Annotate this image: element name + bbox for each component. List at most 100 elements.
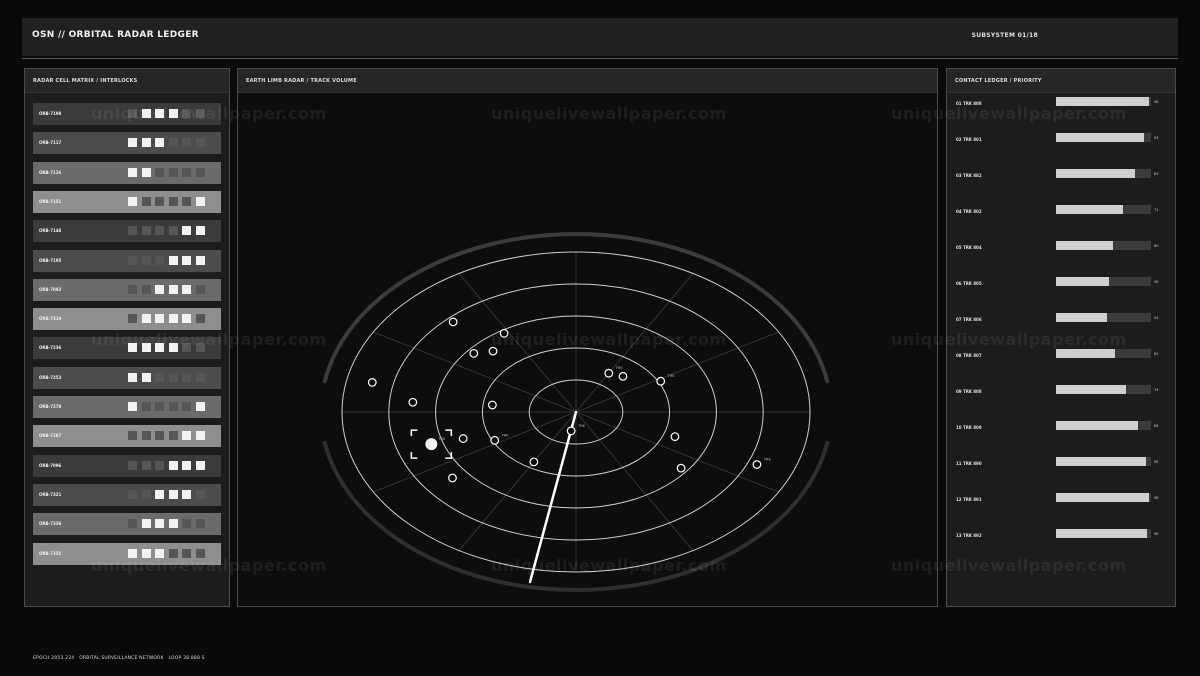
interlock-cell[interactable] <box>155 343 164 353</box>
interlock-cell[interactable] <box>155 431 164 441</box>
interlock-cell[interactable] <box>141 343 151 353</box>
interlock-cell[interactable] <box>128 343 137 353</box>
interlock-cell[interactable] <box>168 343 178 353</box>
interlock-cell[interactable] <box>168 372 178 382</box>
cell-row-orb-7117[interactable]: ORB-7117 <box>33 132 221 155</box>
interlock-cell[interactable] <box>155 519 164 529</box>
interlock-cell[interactable] <box>141 372 151 382</box>
cell-row-orb-7336[interactable]: ORB-7336 <box>33 513 221 536</box>
interlock-cell[interactable] <box>141 255 151 265</box>
interlock-cell[interactable] <box>128 372 137 382</box>
interlock-cell[interactable] <box>155 460 164 470</box>
cell-row-orb-7195[interactable]: ORB-7195 <box>33 249 221 272</box>
interlock-cell[interactable] <box>182 138 191 148</box>
interlock-cell[interactable] <box>168 226 178 236</box>
interlock-cell[interactable] <box>168 431 178 441</box>
ledger-row[interactable]: 08 TRK 807 62 <box>955 349 1165 363</box>
interlock-cell[interactable] <box>168 138 178 148</box>
interlock-cell[interactable] <box>182 343 191 353</box>
interlock-cell[interactable] <box>195 226 205 236</box>
interlock-cell[interactable] <box>182 548 191 558</box>
interlock-cell[interactable] <box>155 372 164 382</box>
ledger-row[interactable]: 11 TRK 890 95 <box>955 457 1165 471</box>
interlock-cell[interactable] <box>195 460 205 470</box>
interlock-cell[interactable] <box>155 138 164 148</box>
interlock-cell[interactable] <box>141 460 151 470</box>
interlock-cell[interactable] <box>168 519 178 529</box>
cell-row-orb-7355[interactable]: ORB-7355 <box>33 542 221 565</box>
interlock-cell[interactable] <box>168 109 178 118</box>
cell-row-orb-7287[interactable]: ORB-7287 <box>33 425 221 448</box>
ledger-row[interactable]: 09 TRK 808 74 <box>955 385 1165 399</box>
interlock-cell[interactable] <box>182 255 191 265</box>
interlock-cell[interactable] <box>195 284 205 294</box>
interlock-cell[interactable] <box>168 489 178 499</box>
radar-scope[interactable]: TRK TRK TRK TRK TRK TRK <box>238 92 937 606</box>
interlock-cell[interactable] <box>182 167 191 177</box>
cell-row-orb-7148[interactable]: ORB-7148 <box>33 220 221 243</box>
cell-row-orb-7319[interactable]: ORB-7319 <box>33 308 221 331</box>
interlock-cell[interactable] <box>182 196 191 206</box>
interlock-cell[interactable] <box>182 431 191 441</box>
interlock-cell[interactable] <box>128 402 137 411</box>
interlock-cell[interactable] <box>182 489 191 499</box>
interlock-cell[interactable] <box>182 314 191 324</box>
interlock-cell[interactable] <box>155 402 164 411</box>
interlock-cell[interactable] <box>155 196 164 206</box>
interlock-cell[interactable] <box>141 402 151 411</box>
interlock-cell[interactable] <box>128 519 137 529</box>
interlock-cell[interactable] <box>141 284 151 294</box>
interlock-cell[interactable] <box>168 284 178 294</box>
cell-row-orb-7236[interactable]: ORB-7236 <box>33 337 221 360</box>
interlock-cell[interactable] <box>195 196 205 206</box>
ledger-row[interactable]: 07 TRK 806 54 <box>955 313 1165 327</box>
interlock-cell[interactable] <box>128 196 137 206</box>
interlock-cell[interactable] <box>195 109 205 118</box>
interlock-cell[interactable] <box>168 314 178 324</box>
interlock-cell[interactable] <box>182 284 191 294</box>
interlock-cell[interactable] <box>195 519 205 529</box>
interlock-cell[interactable] <box>182 460 191 470</box>
interlock-cell[interactable] <box>128 489 137 499</box>
interlock-cell[interactable] <box>141 519 151 529</box>
interlock-cell[interactable] <box>155 314 164 324</box>
interlock-cell[interactable] <box>128 138 137 148</box>
interlock-cell[interactable] <box>155 489 164 499</box>
interlock-cell[interactable] <box>128 460 137 470</box>
cell-row-orb-7151[interactable]: ORB-7151 <box>33 190 221 213</box>
interlock-cell[interactable] <box>155 109 164 118</box>
interlock-cell[interactable] <box>168 255 178 265</box>
interlock-cell[interactable] <box>195 372 205 382</box>
interlock-cell[interactable] <box>195 343 205 353</box>
interlock-cell[interactable] <box>141 226 151 236</box>
ledger-row[interactable]: 05 TRK 804 60 <box>955 241 1165 255</box>
interlock-cell[interactable] <box>155 255 164 265</box>
interlock-cell[interactable] <box>182 402 191 411</box>
interlock-cell[interactable] <box>141 167 151 177</box>
interlock-cell[interactable] <box>168 167 178 177</box>
interlock-cell[interactable] <box>141 489 151 499</box>
interlock-cell[interactable] <box>195 548 205 558</box>
cell-row-orb-7253[interactable]: ORB-7253 <box>33 366 221 389</box>
interlock-cell[interactable] <box>128 431 137 441</box>
interlock-cell[interactable] <box>155 548 164 558</box>
interlock-cell[interactable] <box>168 548 178 558</box>
interlock-cell[interactable] <box>195 138 205 148</box>
interlock-cell[interactable] <box>128 167 137 177</box>
interlock-cell[interactable] <box>128 255 137 265</box>
interlock-cell[interactable] <box>141 196 151 206</box>
interlock-cell[interactable] <box>168 196 178 206</box>
interlock-cell[interactable] <box>155 284 164 294</box>
interlock-cell[interactable] <box>155 226 164 236</box>
cell-row-orb-7198[interactable]: ORB-7198 <box>33 103 221 125</box>
interlock-cell[interactable] <box>128 109 137 118</box>
interlock-cell[interactable] <box>128 284 137 294</box>
cell-row-orb-7126[interactable]: ORB-7126 <box>33 161 221 184</box>
interlock-cell[interactable] <box>182 519 191 529</box>
interlock-cell[interactable] <box>182 372 191 382</box>
ledger-row[interactable]: 03 TRK 882 83 <box>955 169 1165 183</box>
interlock-cell[interactable] <box>141 548 151 558</box>
interlock-cell[interactable] <box>182 109 191 118</box>
interlock-cell[interactable] <box>195 167 205 177</box>
cell-row-orb-7278[interactable]: ORB-7278 <box>33 396 221 418</box>
